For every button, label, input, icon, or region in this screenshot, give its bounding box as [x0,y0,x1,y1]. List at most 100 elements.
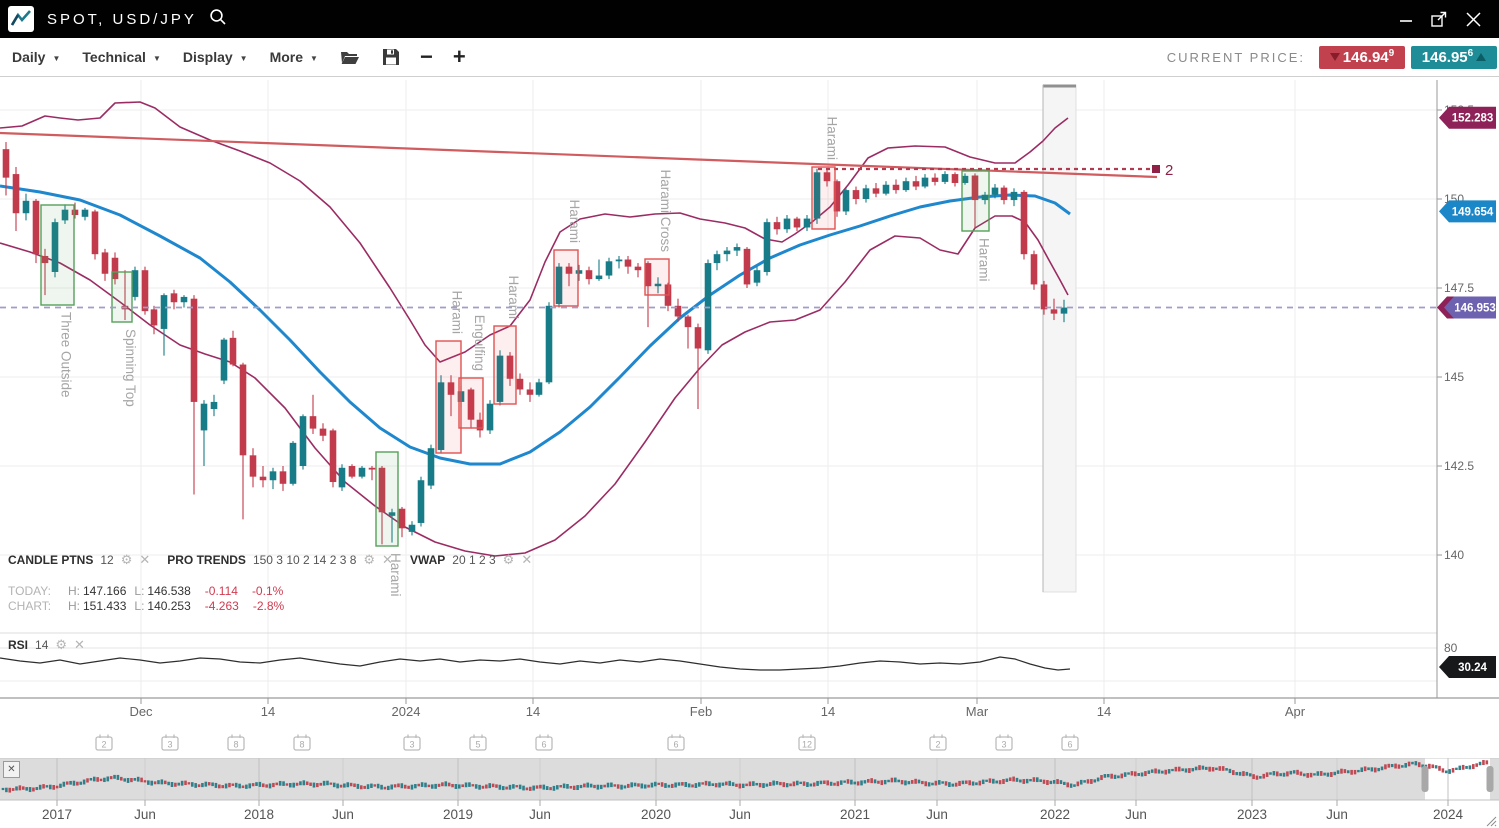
svg-text:Jun: Jun [134,807,156,822]
pattern-label: Three Outside [59,312,74,398]
zoom-in-button[interactable]: + [453,47,466,67]
future-projection-band [1043,85,1076,592]
svg-text:5: 5 [475,740,480,750]
svg-text:80: 80 [1444,641,1458,655]
close-icon[interactable]: ✕ [139,554,150,566]
svg-text:14: 14 [261,704,275,719]
resize-grip[interactable] [1487,817,1496,826]
svg-text:8: 8 [299,740,304,750]
pattern-label: Spinning Top [123,329,138,407]
trendline-label: 2 [1165,162,1173,179]
gear-icon[interactable]: ⚙ [55,639,67,651]
svg-text:Mar: Mar [966,704,989,719]
bollinger-upper-line [0,102,1068,362]
open-folder-icon[interactable] [340,49,360,66]
menu-daily[interactable]: Daily ▼ [12,49,60,65]
date-axis: Dec14202414Feb14Mar14Apr [129,698,1305,719]
pattern-label: Harami [977,238,992,282]
trendline-endpoint-marker [1152,165,1160,173]
svg-text:6: 6 [673,740,678,750]
svg-text:Apr: Apr [1285,704,1306,719]
menu-more[interactable]: More ▼ [270,49,318,65]
pattern-box [376,452,398,546]
pattern-box [494,326,516,404]
today-stats-row: TODAY: H:147.166 L:146.538 -0.114 -0.1% [8,584,283,598]
pattern-box [554,250,578,306]
arrow-down-icon [1330,53,1340,61]
svg-text:149.654: 149.654 [1452,206,1494,218]
pattern-label: Harami [506,275,521,319]
close-icon[interactable] [1466,12,1481,27]
save-icon[interactable] [382,48,400,66]
titlebar: SPOT, USD/JPY [0,0,1499,38]
svg-text:3: 3 [167,740,172,750]
svg-text:Jun: Jun [926,807,948,822]
svg-text:2024: 2024 [392,704,421,719]
popout-window-button[interactable] [1431,11,1448,27]
svg-text:14: 14 [1097,704,1111,719]
svg-text:Jun: Jun [529,807,551,822]
svg-text:14: 14 [821,704,835,719]
menu-technical[interactable]: Technical ▼ [82,49,160,65]
svg-text:147.5: 147.5 [1444,281,1474,295]
svg-text:140: 140 [1444,548,1464,562]
navigator-handle-left[interactable] [1422,766,1429,792]
pattern-box [112,272,132,322]
svg-text:Dec: Dec [129,704,153,719]
minimize-button[interactable] [1399,12,1413,26]
indicator-name: VWAP [410,553,445,567]
svg-text:2: 2 [935,740,940,750]
chevron-down-icon: ▼ [52,52,60,63]
indicator-vwap: VWAP 20 1 2 3 ⚙ ✕ [410,553,532,567]
menu-display[interactable]: Display ▼ [183,49,248,65]
pattern-label: Harami [825,116,840,160]
gear-icon[interactable]: ⚙ [121,554,133,566]
navigator-close-button[interactable]: ✕ [3,761,20,778]
chevron-down-icon: ▼ [153,52,161,63]
svg-text:2024: 2024 [1433,807,1464,822]
close-icon[interactable]: ✕ [521,554,532,566]
svg-text:14: 14 [526,704,540,719]
pattern-box [459,378,483,428]
indicator-name: PRO TRENDS [167,553,246,567]
svg-text:2018: 2018 [244,807,274,822]
indicator-params: 12 [100,553,113,567]
close-icon[interactable]: ✕ [74,639,85,651]
pattern-box [41,205,74,305]
indicator-candle-patterns: CANDLE PTNS 12 ⚙ ✕ [8,553,150,567]
svg-text:2017: 2017 [42,807,72,822]
svg-text:2: 2 [101,740,106,750]
svg-text:6: 6 [1067,740,1072,750]
buy-price-badge[interactable]: 146.956 [1411,46,1497,69]
navigator-handle-right[interactable] [1487,766,1494,792]
sell-price-badge[interactable]: 146.949 [1319,46,1405,69]
trendline-layer[interactable]: 2 [0,133,1173,179]
svg-text:145: 145 [1444,370,1464,384]
gear-icon[interactable]: ⚙ [503,554,515,566]
close-icon[interactable]: ✕ [382,554,393,566]
svg-text:2022: 2022 [1040,807,1070,822]
rsi-legend: RSI 14 ⚙ ✕ [8,638,102,652]
indicator-params: 20 1 2 3 [452,553,495,567]
calendar-badges: 2388356612236 [96,735,1078,751]
zoom-out-button[interactable]: − [420,47,433,67]
price-chart[interactable]: 2 Three Outside Spinning Top Harami Harami En… [0,77,1499,758]
svg-text:142.5: 142.5 [1444,459,1474,473]
trading-app-window: SPOT, USD/JPY Daily ▼ [0,0,1499,828]
bollinger-lower-line [0,216,1068,556]
chevron-down-icon: ▼ [240,52,248,63]
navigator[interactable]: 2017Jun2018Jun2019Jun2020Jun2021Jun2022J… [0,758,1499,828]
gear-icon[interactable]: ⚙ [363,554,375,566]
arrow-up-icon [1476,53,1486,61]
pattern-box [812,167,835,229]
pattern-label: Harami Cross [658,169,673,252]
svg-text:Jun: Jun [332,807,354,822]
navigator-axis: 2017Jun2018Jun2019Jun2020Jun2021Jun2022J… [42,800,1464,822]
svg-text:3: 3 [1001,740,1006,750]
candles-layer [3,142,1068,544]
pattern-label: Engulfing [472,315,487,371]
pattern-box [645,259,669,295]
indicator-pro-trends: PRO TRENDS 150 3 10 2 14 2 3 8 ⚙ ✕ [167,553,393,567]
search-icon[interactable] [209,8,227,31]
pattern-box [962,171,989,231]
